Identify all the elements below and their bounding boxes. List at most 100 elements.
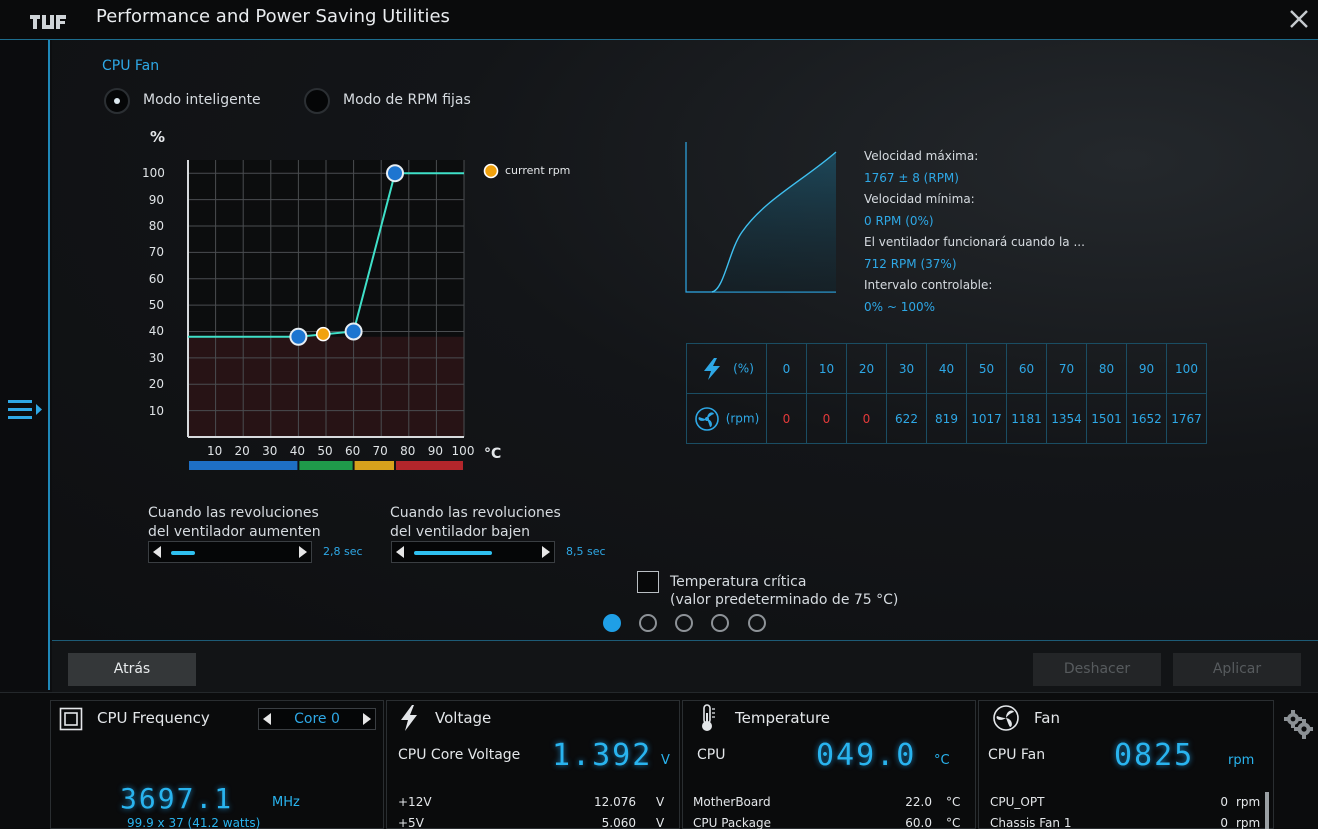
fan-row-value: 0: [1220, 795, 1228, 809]
table-cell: 60: [1006, 343, 1047, 394]
table-row: (rpm) 0 0 0 622 819 1017 1181 1354 1501 1652 1767: [686, 393, 1207, 444]
page-dot-1[interactable]: [603, 614, 621, 632]
voltage-title: Voltage: [435, 709, 492, 727]
fan-list-scrollbar[interactable]: [1265, 792, 1269, 829]
app-window: Performance and Power Saving Utilities C…: [0, 0, 1318, 829]
table-cell: 1017: [966, 393, 1007, 444]
fan-row-unit: rpm: [1236, 795, 1261, 809]
temperature-band: [299, 461, 353, 470]
table-row: (%) 0 10 20 30 40 50 60 70 80 90 100: [686, 343, 1207, 394]
rpm-unit-label: (rpm): [725, 411, 760, 425]
arrow-right-icon[interactable]: [363, 713, 371, 725]
voltage-row-unit: V: [656, 795, 665, 809]
min-speed-value: 0 RPM (0%): [864, 213, 934, 228]
table-cell: 70: [1046, 343, 1087, 394]
page-dot-4[interactable]: [711, 614, 729, 632]
spinup-slider[interactable]: [148, 541, 312, 563]
max-speed-label: Velocidad máxima:: [864, 149, 979, 163]
temperature-title: Temperature: [735, 709, 831, 727]
table-cell: (%): [686, 343, 767, 394]
cpu-frequency-title: CPU Frequency: [97, 709, 210, 727]
critical-temp-line2: (valor predeterminado de 75 °C): [670, 592, 899, 608]
close-icon[interactable]: [1286, 6, 1312, 32]
voltage-row-label: +5V: [398, 816, 424, 829]
curve-handle[interactable]: [344, 322, 363, 341]
fan-row-label: Chassis Fan 1: [990, 816, 1072, 829]
page-dot-5[interactable]: [748, 614, 766, 632]
spinup-value-text: 2,8 sec: [323, 545, 363, 558]
fan-curve-chart[interactable]: [186, 148, 466, 472]
lightning-icon: [401, 705, 417, 731]
back-button[interactable]: Atrás: [68, 653, 196, 686]
table-cell: 1767: [1166, 393, 1207, 444]
undo-button[interactable]: Deshacer: [1033, 653, 1161, 686]
temp-row-value: 60.0: [905, 816, 932, 829]
table-cell: 90: [1126, 343, 1167, 394]
thermometer-icon: [702, 704, 715, 731]
table-cell: 0: [846, 393, 887, 444]
table-cell: 10: [806, 343, 847, 394]
run-threshold-value: 712 RPM (37%): [864, 256, 957, 271]
run-threshold-label: El ventilador funcionará cuando la ...: [864, 235, 1085, 249]
table-cell: 100: [1166, 343, 1207, 394]
cpu-temp-label: CPU: [697, 747, 726, 763]
cpu-frequency-subtext: 99.9 x 37 (41.2 watts): [127, 816, 261, 829]
spindown-slider-fill: [414, 551, 492, 555]
temp-row-unit: °C: [946, 816, 961, 829]
fan-row-label: CPU_OPT: [990, 795, 1045, 809]
table-cell: 0: [766, 393, 807, 444]
current-rpm-legend-label: current rpm: [505, 164, 571, 177]
spindown-label-line1: Cuando las revoluciones: [390, 505, 561, 521]
control-range-label: Intervalo controlable:: [864, 278, 993, 292]
curve-handle[interactable]: [386, 164, 404, 183]
table-cell: 0: [806, 393, 847, 444]
lightning-icon: [704, 357, 721, 380]
temp-row-label: CPU Package: [693, 816, 771, 829]
pct-unit-label: (%): [733, 361, 754, 375]
arrow-right-icon[interactable]: [542, 546, 550, 558]
table-cell: 30: [886, 343, 927, 394]
table-cell: 1354: [1046, 393, 1087, 444]
table-cell: 50: [966, 343, 1007, 394]
temp-row-unit: °C: [946, 795, 961, 809]
cpu-fan-value: 0825: [1114, 738, 1195, 773]
table-cell: 1181: [1006, 393, 1047, 444]
voltage-row-value: 5.060: [601, 816, 636, 829]
spindown-slider[interactable]: [391, 541, 555, 563]
control-range-value: 0% ~ 100%: [864, 299, 936, 314]
arrow-left-icon[interactable]: [396, 546, 404, 558]
temp-row-value: 22.0: [905, 795, 932, 809]
voltage-row-value: 12.076: [594, 795, 636, 809]
spindown-value-text: 8,5 sec: [566, 545, 606, 558]
critical-temp-checkbox[interactable]: [637, 571, 659, 593]
curve-handle[interactable]: [289, 327, 308, 346]
core-selector[interactable]: Core 0: [258, 708, 376, 730]
apply-button[interactable]: Aplicar: [1173, 653, 1301, 686]
critical-temp-line1: Temperatura crítica: [670, 574, 807, 590]
temperature-band: [189, 461, 298, 470]
current-rpm-marker: [315, 326, 331, 342]
table-cell: 1652: [1126, 393, 1167, 444]
page-dot-3[interactable]: [675, 614, 693, 632]
rpm-table: (%) 0 10 20 30 40 50 60 70 80 90 100 (rpm) 0 0 0 622 8…: [686, 343, 1207, 444]
arrow-left-icon[interactable]: [153, 546, 161, 558]
table-cell: 1501: [1086, 393, 1127, 444]
table-cell: (rpm): [686, 393, 767, 444]
arrow-right-icon[interactable]: [299, 546, 307, 558]
voltage-row-label: +12V: [398, 795, 432, 809]
fan-row-value: 0: [1220, 816, 1228, 829]
critical-temp-label: Temperatura crítica (valor predeterminad…: [670, 573, 898, 609]
gear-icon[interactable]: [1282, 708, 1314, 740]
table-cell: 80: [1086, 343, 1127, 394]
temperature-band: [396, 461, 463, 470]
fan-title: Fan: [1034, 709, 1060, 727]
cpu-fan-label: CPU Fan: [988, 747, 1046, 763]
page-dot-2[interactable]: [639, 614, 657, 632]
temp-row-label: MotherBoard: [693, 795, 771, 809]
voltage-row-unit: V: [656, 816, 665, 829]
cpu-core-voltage-label: CPU Core Voltage: [398, 747, 521, 763]
fan-row-unit: rpm: [1236, 816, 1261, 829]
table-cell: 20: [846, 343, 887, 394]
fan-spec-curve-chart: [685, 142, 837, 293]
fan-icon: [993, 705, 1019, 731]
